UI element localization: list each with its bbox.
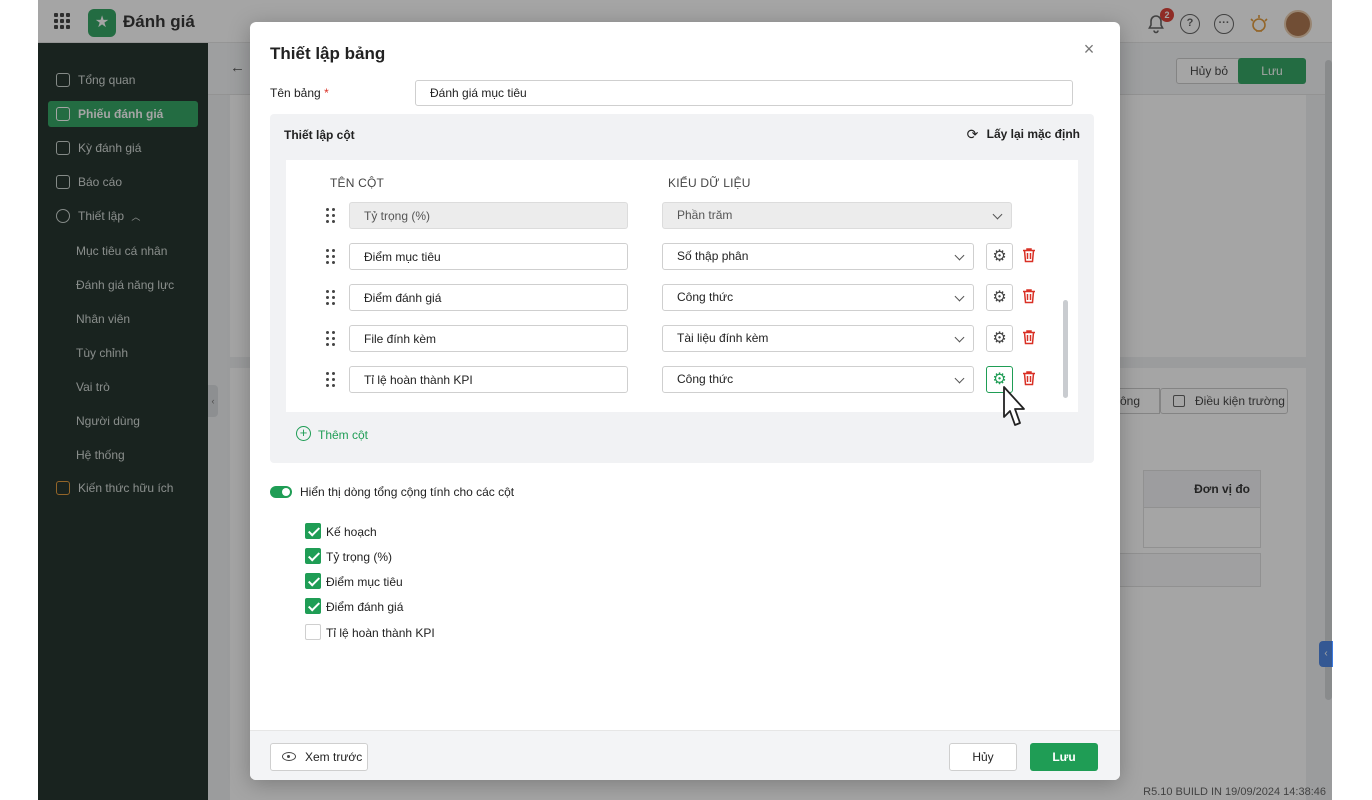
drag-handle-icon[interactable] bbox=[326, 372, 335, 387]
total-column-label: Tỉ lệ hoàn thành KPI bbox=[326, 626, 435, 640]
chevron-down-icon bbox=[954, 291, 965, 302]
chevron-down-icon bbox=[992, 209, 1003, 220]
mouse-cursor-icon bbox=[1003, 386, 1025, 426]
chevron-down-icon bbox=[954, 250, 965, 261]
column-type-value: Công thức bbox=[677, 290, 734, 304]
column-settings-panel: Thiết lập cột ⟳ Lấy lại mặc định TÊN CỘT… bbox=[270, 114, 1094, 463]
plus-circle-icon: + bbox=[296, 426, 311, 441]
total-column-label: Điểm mục tiêu bbox=[326, 575, 403, 589]
preview-label: Xem trước bbox=[305, 750, 363, 764]
drag-handle-icon[interactable] bbox=[326, 331, 335, 346]
column-settings-button[interactable]: ⚙ bbox=[986, 325, 1013, 352]
delete-column-button[interactable] bbox=[1022, 247, 1038, 265]
column-settings-title: Thiết lập cột bbox=[284, 128, 355, 142]
column-type-value: Tài liệu đính kèm bbox=[677, 331, 769, 345]
column-type-select[interactable]: Số thập phân bbox=[662, 243, 974, 270]
drag-handle-icon[interactable] bbox=[326, 208, 335, 223]
column-type-value: Phần trăm bbox=[677, 208, 733, 222]
total-column-checkbox[interactable] bbox=[305, 598, 321, 614]
add-column-button[interactable]: + Thêm cột bbox=[296, 426, 369, 442]
dialog-cancel-button[interactable]: Hủy bbox=[949, 743, 1017, 771]
chevron-down-icon bbox=[954, 332, 965, 343]
column-header-name: TÊN CỘT bbox=[330, 176, 385, 190]
column-row: Tài liệu đính kèm ⚙ bbox=[286, 325, 1078, 353]
eye-icon bbox=[282, 752, 296, 761]
gear-icon: ⚙ bbox=[992, 289, 1007, 306]
column-name-input bbox=[349, 202, 628, 229]
column-type-select: Phần trăm bbox=[662, 202, 1012, 229]
column-name-input[interactable] bbox=[349, 284, 628, 311]
total-column-checkbox[interactable] bbox=[305, 548, 321, 564]
dialog-save-button[interactable]: Lưu bbox=[1030, 743, 1098, 771]
trash-icon bbox=[1023, 330, 1035, 345]
total-column-checkbox[interactable] bbox=[305, 523, 321, 539]
table-name-input[interactable] bbox=[415, 80, 1073, 106]
show-totals-label: Hiển thị dòng tổng cộng tính cho các cột bbox=[300, 485, 515, 499]
total-column-label: Điểm đánh giá bbox=[326, 600, 404, 614]
table-settings-dialog: Thiết lập bảng × Tên bảng * Thiết lập cộ… bbox=[250, 22, 1120, 780]
dialog-footer: Xem trước Hủy Lưu bbox=[250, 730, 1120, 780]
required-mark: * bbox=[324, 86, 329, 100]
drag-handle-icon[interactable] bbox=[326, 249, 335, 264]
column-name-input[interactable] bbox=[349, 325, 628, 352]
preview-button[interactable]: Xem trước bbox=[270, 743, 368, 771]
delete-column-button[interactable] bbox=[1022, 329, 1038, 347]
column-list: TÊN CỘT KIỂU DỮ LIỆU Phần trăm Số thập p… bbox=[286, 160, 1078, 412]
delete-column-button[interactable] bbox=[1022, 288, 1038, 306]
column-name-input[interactable] bbox=[349, 243, 628, 270]
column-type-select[interactable]: Tài liệu đính kèm bbox=[662, 325, 974, 352]
refresh-icon: ⟳ bbox=[966, 126, 979, 142]
column-type-value: Công thức bbox=[677, 372, 734, 386]
trash-icon bbox=[1023, 289, 1035, 304]
close-icon[interactable]: × bbox=[1080, 40, 1098, 58]
drag-handle-icon[interactable] bbox=[326, 290, 335, 305]
column-settings-button[interactable]: ⚙ bbox=[986, 284, 1013, 311]
total-column-label: Kế hoạch bbox=[326, 525, 377, 539]
column-list-scrollbar[interactable] bbox=[1063, 300, 1068, 398]
column-header-type: KIỂU DỮ LIỆU bbox=[668, 176, 751, 190]
add-column-label: Thêm cột bbox=[318, 428, 369, 442]
column-row: Công thức ⚙ bbox=[286, 284, 1078, 312]
show-totals-toggle[interactable] bbox=[270, 486, 292, 498]
table-name-label: Tên bảng * bbox=[270, 86, 329, 100]
column-row: Phần trăm bbox=[286, 202, 1078, 230]
trash-icon bbox=[1023, 371, 1035, 386]
trash-icon bbox=[1023, 248, 1035, 263]
column-settings-button[interactable]: ⚙ bbox=[986, 243, 1013, 270]
column-type-value: Số thập phân bbox=[677, 249, 749, 263]
total-column-label: Tỷ trọng (%) bbox=[326, 550, 393, 564]
dialog-title: Thiết lập bảng bbox=[270, 44, 386, 63]
gear-icon: ⚙ bbox=[992, 248, 1007, 265]
total-column-checkbox[interactable] bbox=[305, 624, 321, 640]
column-name-input[interactable] bbox=[349, 366, 628, 393]
column-row: Công thức ⚙ bbox=[286, 366, 1078, 394]
total-column-checkbox[interactable] bbox=[305, 573, 321, 589]
column-type-select[interactable]: Công thức bbox=[662, 284, 974, 311]
chevron-down-icon bbox=[954, 373, 965, 384]
gear-icon: ⚙ bbox=[992, 330, 1007, 347]
reset-default-button[interactable]: ⟳ Lấy lại mặc định bbox=[966, 126, 1080, 142]
column-type-select[interactable]: Công thức bbox=[662, 366, 974, 393]
table-name-label-text: Tên bảng bbox=[270, 86, 321, 100]
column-row: Số thập phân ⚙ bbox=[286, 243, 1078, 271]
reset-default-label: Lấy lại mặc định bbox=[986, 127, 1080, 141]
